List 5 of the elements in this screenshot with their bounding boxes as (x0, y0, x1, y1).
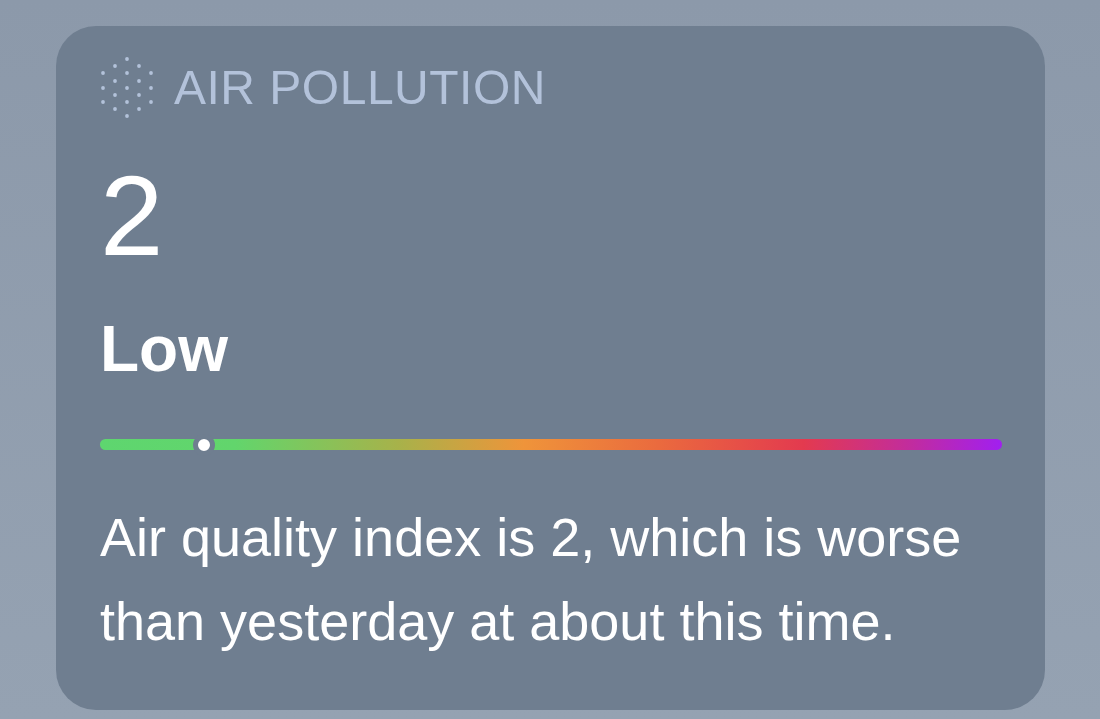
widget-title: AIR POLLUTION (174, 64, 546, 112)
dots-icon (100, 57, 154, 119)
index-value: 2 (100, 159, 164, 273)
description-text: Air quality index is 2, which is worse than yesterday at about this time. (100, 506, 963, 653)
index-category: Low (100, 317, 228, 381)
